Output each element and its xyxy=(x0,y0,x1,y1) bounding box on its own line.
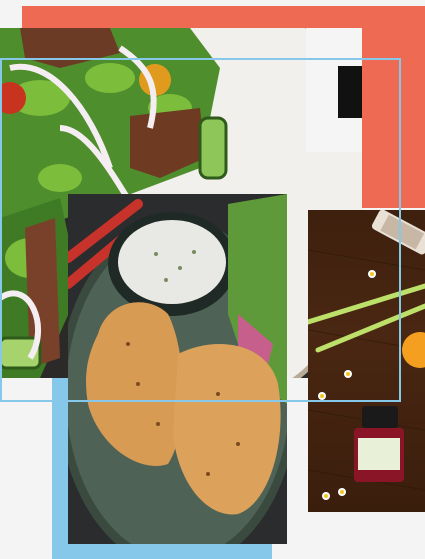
outline-frame xyxy=(0,58,401,402)
